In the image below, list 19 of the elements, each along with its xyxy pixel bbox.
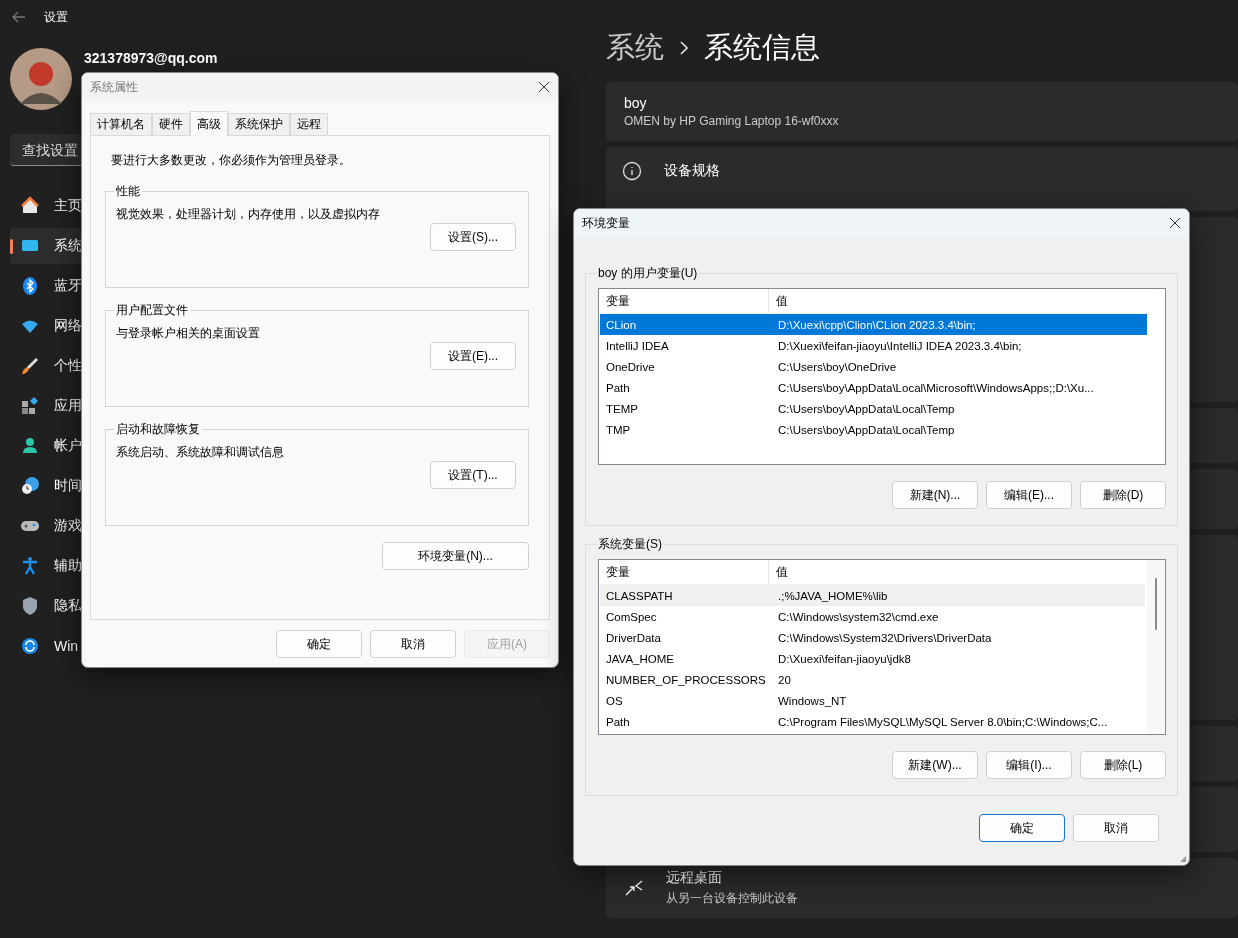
- device-name: boy: [624, 95, 648, 111]
- page-title: 系统信息: [704, 30, 820, 65]
- window-title: 环境变量: [582, 214, 630, 232]
- group-description: 视觉效果，处理器计划，内存使用，以及虚拟内存: [116, 206, 381, 223]
- app-title: 设置: [44, 8, 68, 26]
- card-subtitle: 从另一台设备控制此设备: [666, 890, 798, 907]
- group-title: 用户配置文件: [115, 302, 189, 319]
- group-title: 启动和故障恢复: [115, 421, 201, 438]
- device-model: OMEN by HP Gaming Laptop 16-wf0xxx: [624, 114, 839, 128]
- group-description: 与登录帐户相关的桌面设置: [116, 325, 261, 342]
- card-title: 远程桌面: [666, 869, 723, 887]
- group-title: 性能: [115, 183, 141, 200]
- account-email: 321378973@qq.com: [84, 50, 218, 66]
- group-title: boy 的用户变量(U): [597, 265, 699, 282]
- admin-notice: 要进行大多数更改，你必须作为管理员登录。: [111, 152, 352, 169]
- card-title: 设备规格: [664, 162, 720, 180]
- window-title: 系统属性: [90, 78, 138, 96]
- group-description: 系统启动、系统故障和调试信息: [116, 444, 285, 461]
- group-title: 系统变量(S): [597, 536, 663, 553]
